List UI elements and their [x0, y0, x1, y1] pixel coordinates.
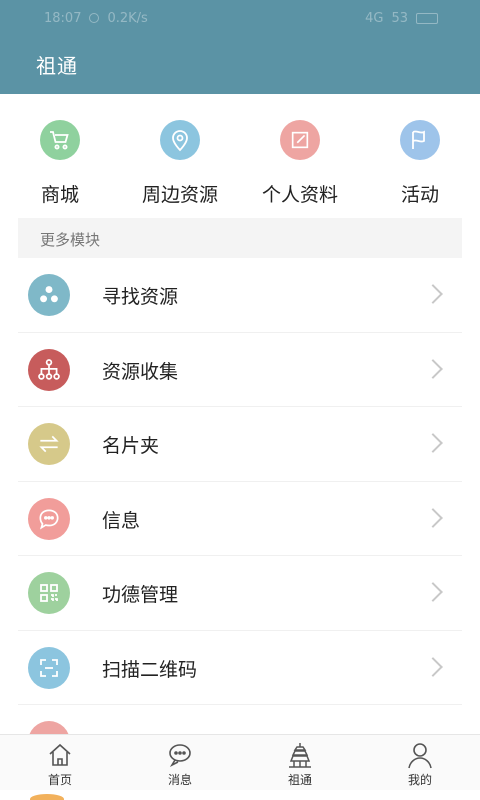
- chevron-right-icon: [423, 582, 443, 602]
- chat-bubble-icon: [28, 497, 70, 540]
- status-speed: 0.2K/s: [107, 10, 148, 26]
- status-bar: 18:07 0.2K/s 4G 53: [0, 0, 480, 36]
- share-cluster-icon: [28, 274, 70, 316]
- bottom-strip: [0, 790, 480, 800]
- status-network: 4G: [365, 10, 384, 26]
- page-title: 祖通: [36, 54, 78, 78]
- location-pin-icon: [160, 120, 200, 160]
- list-item-label: 名片夹: [102, 435, 160, 457]
- chevron-right-icon: [423, 433, 443, 453]
- hierarchy-icon: [28, 348, 70, 391]
- list-item-find-resources[interactable]: 寻找资源: [18, 258, 462, 333]
- section-header: 更多模块: [18, 218, 462, 258]
- quick-actions: 商城 周边资源 个人资料 活动: [0, 100, 480, 216]
- tab-zutong[interactable]: 祖通: [240, 735, 360, 791]
- chevron-right-icon: [423, 507, 443, 528]
- section-label: 更多模块: [40, 231, 101, 249]
- tab-label: 祖通: [287, 773, 312, 787]
- home-icon: [49, 743, 71, 766]
- edit-icon: [280, 120, 320, 160]
- list-item-collect-resources[interactable]: 资源收集: [18, 333, 462, 407]
- chevron-right-icon: [423, 358, 443, 379]
- chevron-right-icon: [423, 284, 443, 304]
- list-item-messages[interactable]: 信息: [18, 482, 462, 556]
- quick-action-profile[interactable]: 个人资料: [240, 100, 360, 216]
- list-item-label: 功德管理: [102, 584, 179, 606]
- tab-home[interactable]: 首页: [0, 735, 120, 791]
- pagoda-icon: [289, 743, 311, 768]
- list-item-merit-management[interactable]: 功德管理: [18, 556, 462, 631]
- flag-icon: [400, 120, 440, 160]
- tab-label: 消息: [167, 773, 192, 787]
- tab-label: 首页: [47, 773, 72, 787]
- list-item-label: 信息: [102, 509, 141, 532]
- quick-action-shop[interactable]: 商城: [0, 100, 120, 216]
- list-item-label: 扫描二维码: [102, 658, 198, 681]
- partial-item-icon: [28, 721, 70, 734]
- tab-label: 我的: [407, 773, 432, 787]
- list-item-scan-qr[interactable]: 扫描二维码: [18, 631, 462, 705]
- list-item-partial[interactable]: [18, 705, 462, 734]
- swap-arrows-icon: [28, 423, 70, 465]
- chevron-right-icon: [423, 656, 443, 677]
- quick-action-nearby[interactable]: 周边资源: [120, 100, 240, 216]
- message-icon: [169, 744, 191, 767]
- shopping-cart-icon: [40, 120, 80, 160]
- floating-button-peek: [30, 794, 64, 800]
- status-time: 18:07: [44, 10, 82, 26]
- grid-qr-icon: [28, 572, 70, 614]
- app-header: 18:07 0.2K/s 4G 53 祖通: [0, 0, 480, 94]
- scan-icon: [28, 646, 70, 689]
- quick-action-label: 周边资源: [141, 184, 218, 206]
- quick-action-label: 商城: [40, 184, 79, 206]
- list-item-label: 资源收集: [102, 360, 179, 383]
- bottom-tab-bar: 首页 消息 祖通 我的: [0, 734, 480, 790]
- quick-action-label: 个人资料: [261, 184, 338, 206]
- tab-mine[interactable]: 我的: [360, 735, 480, 791]
- status-battery: 53: [391, 10, 408, 26]
- tab-messages[interactable]: 消息: [120, 735, 240, 791]
- module-list: 寻找资源 资源收集 名片夹 信息 功德管理 扫描二维码: [18, 258, 462, 734]
- notification-icon: [89, 13, 100, 23]
- list-item-card-holder[interactable]: 名片夹: [18, 407, 462, 482]
- quick-action-events[interactable]: 活动: [360, 100, 480, 216]
- battery-icon: [416, 12, 438, 24]
- quick-action-label: 活动: [400, 184, 439, 206]
- user-icon: [408, 743, 432, 769]
- list-item-label: 寻找资源: [102, 286, 179, 308]
